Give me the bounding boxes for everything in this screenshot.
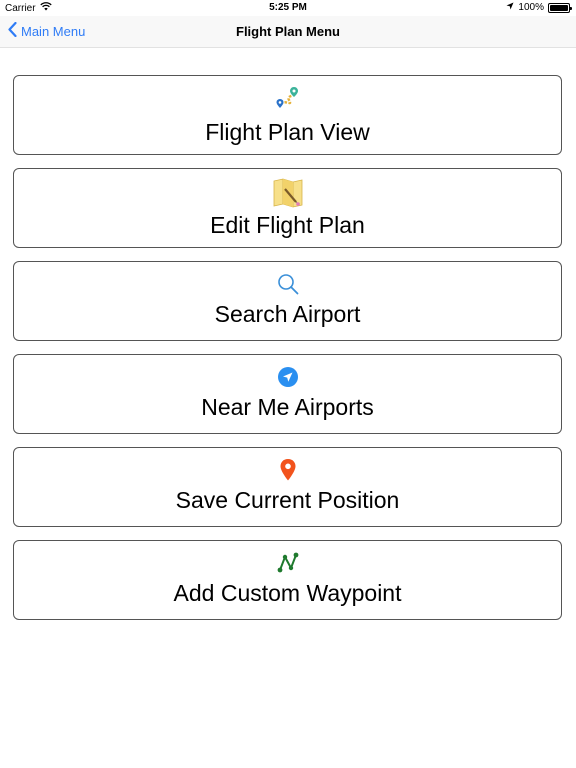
status-time: 5:25 PM: [269, 2, 307, 13]
menu-item-label: Save Current Position: [175, 487, 400, 513]
status-right: 100%: [506, 2, 572, 13]
menu-item-label: Search Airport: [214, 301, 361, 327]
folded-map-icon: [272, 177, 304, 209]
menu-item-label: Near Me Airports: [201, 394, 374, 420]
menu-item-label: Flight Plan View: [205, 119, 370, 145]
menu-item-label: Edit Flight Plan: [210, 212, 365, 238]
route-pins-icon: [272, 84, 304, 116]
menu-item-save-current-position[interactable]: Save Current Position: [13, 447, 562, 527]
menu-item-search-airport[interactable]: Search Airport: [13, 261, 562, 341]
battery-icon: [548, 2, 572, 13]
battery-cap: [570, 6, 572, 10]
status-bar: Carrier 5:25 PM 100%: [0, 0, 576, 16]
magnifier-icon: [272, 272, 304, 296]
menu-list: Flight Plan View Edit Flight Plan Search…: [13, 75, 562, 633]
location-arrow-icon: [272, 365, 304, 389]
battery-fill: [550, 4, 568, 11]
waypoint-path-icon: [272, 551, 304, 575]
menu-item-label: Add Custom Waypoint: [173, 580, 402, 606]
map-pin-icon: [272, 458, 304, 482]
menu-item-flight-plan-view[interactable]: Flight Plan View: [13, 75, 562, 155]
navigation-bar: Main Menu Flight Plan Menu: [0, 16, 576, 48]
menu-item-add-custom-waypoint[interactable]: Add Custom Waypoint: [13, 540, 562, 620]
menu-item-near-me-airports[interactable]: Near Me Airports: [13, 354, 562, 434]
menu-item-edit-flight-plan[interactable]: Edit Flight Plan: [13, 168, 562, 248]
location-services-icon: [506, 2, 514, 13]
page-title: Flight Plan Menu: [236, 24, 340, 39]
battery-percent: 100%: [518, 2, 544, 13]
